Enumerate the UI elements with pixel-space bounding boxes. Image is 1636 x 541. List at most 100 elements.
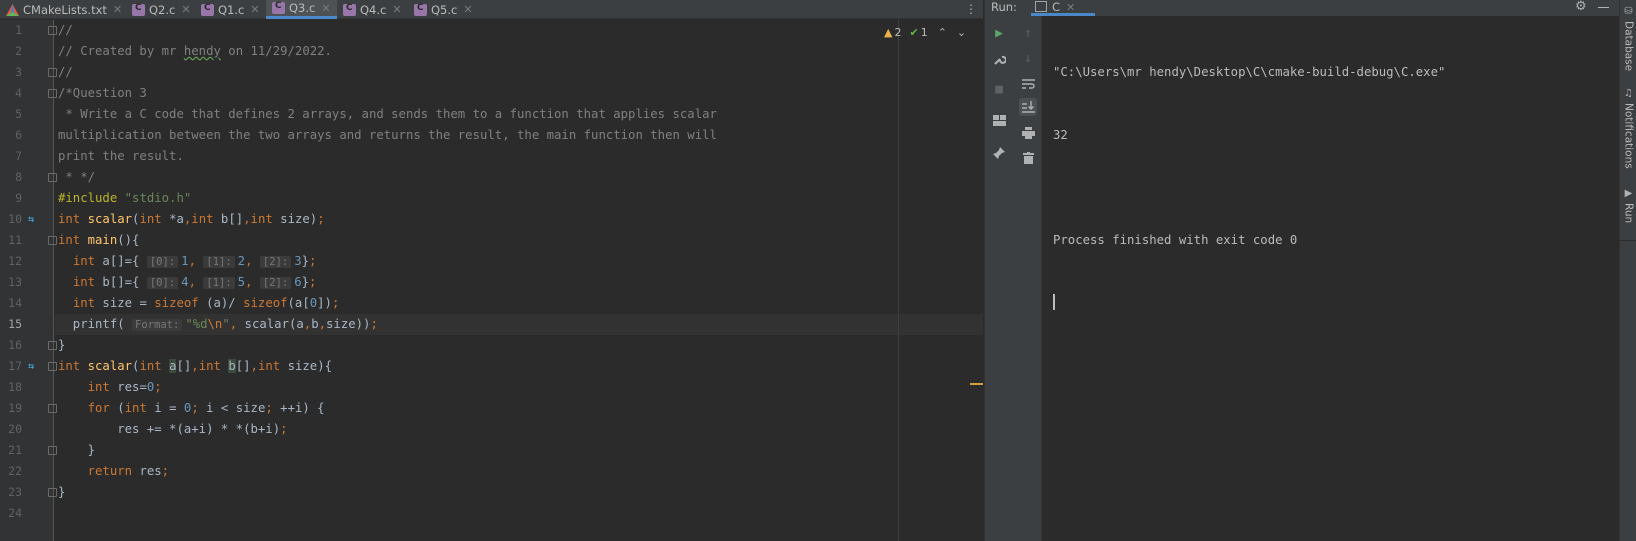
line-number: 16 (8, 338, 22, 352)
run-tab-label: C (1052, 0, 1061, 14)
line-number: 2 (15, 44, 22, 58)
line-number: 22 (8, 464, 22, 478)
implementation-gutter-icon[interactable]: ⇆ (28, 356, 38, 377)
arrow-up-icon[interactable]: ↑ (1019, 24, 1037, 42)
database-label: Database (1622, 21, 1635, 72)
parameter-hint: Format: (132, 319, 183, 331)
line-number-current: 15 (8, 317, 22, 331)
line-number: 19 (8, 401, 22, 415)
code-line: res += *(a+i) * *(b+i); (58, 422, 288, 436)
code-line: * Write a C code that defines 2 arrays, … (58, 107, 717, 121)
line-number: 24 (8, 506, 22, 520)
run-tool-window[interactable]: Run: C ✕ ⚙ ▶ ■ ↑ ↓ "C:\Users\mr hendy\De… (984, 0, 1620, 541)
layout-icon[interactable] (990, 111, 1008, 129)
run-tool-button[interactable]: ▶ Run (1620, 186, 1636, 223)
line-number: 8 (15, 170, 22, 184)
close-icon[interactable]: ✕ (392, 3, 401, 16)
tab-q1[interactable]: Q1.c ✕ (195, 0, 266, 19)
notifications-tool-button[interactable]: ♫ Notifications (1620, 86, 1636, 169)
fold-icon[interactable] (48, 68, 57, 77)
minimize-icon[interactable] (1598, 7, 1609, 8)
tab-label: Q3.c (289, 1, 316, 15)
run-toolbar-primary: ▶ ■ (985, 16, 1014, 541)
run-toolbar-secondary: ↑ ↓ (1014, 16, 1042, 541)
stop-icon[interactable]: ■ (990, 80, 1008, 98)
line-number: 3 (15, 65, 22, 79)
run-stripe-label: Run (1622, 203, 1635, 224)
more-tabs-icon[interactable]: ⋮ (965, 2, 977, 16)
close-icon[interactable]: ✕ (463, 3, 472, 16)
console-line: "C:\Users\mr hendy\Desktop\C\cmake-build… (1053, 65, 1446, 79)
console-line: 32 (1053, 128, 1068, 142)
fold-icon[interactable] (48, 404, 57, 413)
code-line: int main(){ (58, 233, 140, 247)
c-file-icon (414, 3, 427, 16)
fold-icon[interactable] (48, 362, 57, 371)
implementation-gutter-icon[interactable]: ⇆ (28, 209, 38, 230)
gear-icon[interactable]: ⚙ (1575, 0, 1589, 14)
code-line: int b[]={ [0]: 4, [1]: 5, [2]: 6}; (72, 275, 317, 289)
line-number: 18 (8, 380, 22, 394)
tab-label: CMakeLists.txt (23, 2, 107, 17)
bell-icon: ♫ (1623, 88, 1634, 99)
line-number: 1 (15, 23, 22, 37)
parameter-hint: [0]: (146, 277, 179, 289)
soft-wrap-icon[interactable] (1019, 75, 1037, 93)
run-tab-c[interactable]: C ✕ (1031, 0, 1095, 16)
line-number: 21 (8, 443, 22, 457)
fold-icon[interactable] (48, 89, 57, 98)
trash-icon[interactable] (1019, 149, 1037, 167)
tab-q2[interactable]: Q2.c ✕ (126, 0, 197, 19)
code-line: #include "stdio.h" (58, 191, 192, 205)
console-line: Process finished with exit code 0 (1053, 233, 1298, 247)
c-file-icon (343, 3, 356, 16)
print-icon[interactable] (1019, 124, 1037, 142)
stripe-divider (1620, 240, 1636, 241)
tab-cmakelists[interactable]: CMakeLists.txt ✕ (0, 0, 128, 19)
code-line: print the result. (58, 149, 184, 163)
console-output[interactable]: "C:\Users\mr hendy\Desktop\C\cmake-build… (1053, 20, 1613, 356)
arrow-down-icon[interactable]: ↓ (1019, 49, 1037, 67)
wrench-icon[interactable] (990, 50, 1008, 68)
fold-icon[interactable] (48, 341, 57, 350)
parameter-hint: [1]: (203, 256, 235, 268)
pin-icon[interactable] (990, 144, 1008, 162)
right-tool-stripe: ⛁ Database ♫ Notifications ▶ Run (1619, 0, 1636, 541)
close-icon[interactable]: ✕ (1066, 1, 1075, 14)
tab-q5[interactable]: Q5.c ✕ (408, 0, 479, 19)
scroll-to-end-icon[interactable] (1019, 98, 1037, 116)
run-icon: ▶ (1623, 188, 1634, 199)
fold-icon[interactable] (48, 173, 57, 182)
tab-q3[interactable]: Q3.c ✕ (266, 0, 337, 19)
line-number: 9 (15, 191, 22, 205)
close-icon[interactable]: ✕ (321, 2, 330, 15)
code-line: int scalar(int *a,int b[],int size); (58, 212, 325, 226)
close-icon[interactable]: ✕ (113, 3, 122, 16)
code-line: /*Question 3 (58, 86, 147, 100)
line-number: 4 (15, 86, 22, 100)
database-icon: ⛁ (1623, 6, 1634, 17)
console-caret-line[interactable] (1053, 293, 1613, 314)
close-icon[interactable]: ✕ (181, 3, 190, 16)
parameter-hint: [1]: (203, 277, 235, 289)
line-number: 5 (15, 107, 22, 121)
parameter-hint: [2]: (259, 256, 292, 268)
database-tool-button[interactable]: ⛁ Database (1620, 4, 1636, 71)
fold-icon[interactable] (48, 26, 57, 35)
line-number-gutter[interactable]: 1 2 3 4 5 6 7 8 9 10 11 12 13 14 15 16 1… (0, 20, 57, 541)
line-number: 13 (8, 275, 22, 289)
tab-q4[interactable]: Q4.c ✕ (337, 0, 408, 19)
code-line: // (58, 65, 73, 79)
code-line-current: printf( Format: "%d\n", scalar(a,b,size))… (58, 317, 378, 331)
code-area[interactable]: // // Created by mr hendy on 11/29/2022.… (58, 20, 983, 541)
rerun-icon[interactable]: ▶ (990, 24, 1008, 42)
notifications-label: Notifications (1622, 103, 1635, 169)
fold-icon[interactable] (48, 488, 57, 497)
line-number: 14 (8, 296, 22, 310)
fold-icon[interactable] (48, 236, 57, 245)
tab-label: Q1.c (218, 2, 245, 17)
fold-icon[interactable] (48, 446, 57, 455)
close-icon[interactable]: ✕ (250, 3, 259, 16)
code-editor[interactable]: CMakeLists.txt ✕ Q2.c ✕ Q1.c ✕ Q3.c ✕ Q4… (0, 0, 983, 541)
code-line: int scalar(int a[],int b[],int size){ (58, 359, 332, 373)
